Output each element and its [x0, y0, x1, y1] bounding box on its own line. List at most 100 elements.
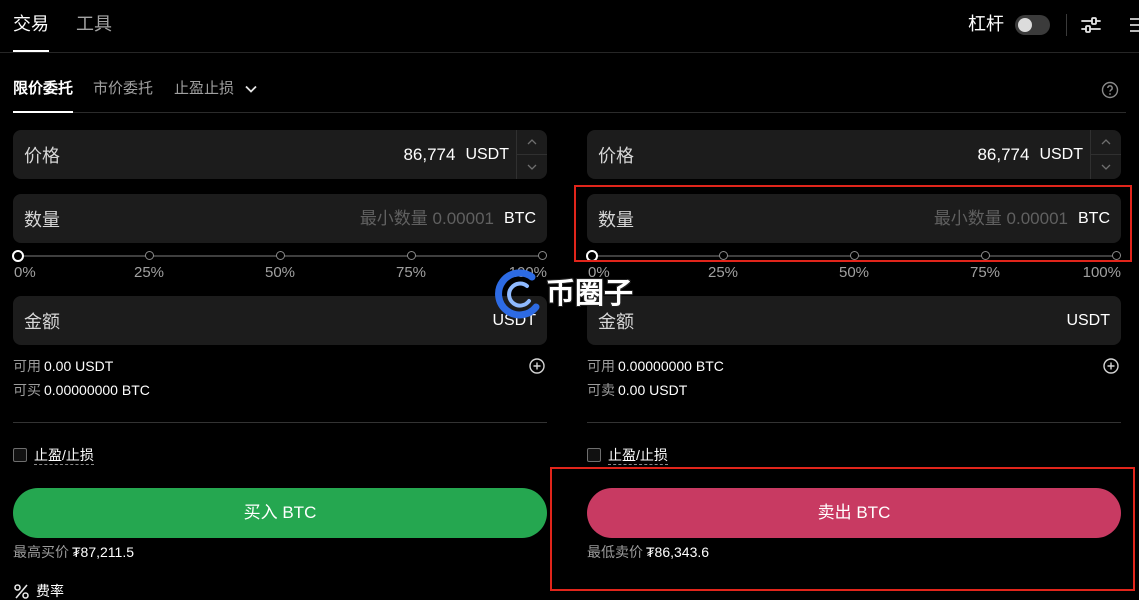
- tab-limit-order[interactable]: 限价委托: [13, 79, 74, 113]
- quantity-unit: BTC: [504, 209, 536, 227]
- slider-mark-100[interactable]: [537, 251, 547, 260]
- available-balance: 可用 0.00000000 BTC: [587, 356, 724, 376]
- price-stepper: [1090, 130, 1121, 179]
- question-circle-icon[interactable]: [1101, 81, 1119, 99]
- sliders-icon[interactable]: [1080, 14, 1102, 36]
- slider-label: 25%: [707, 264, 739, 281]
- nav-divider: [1066, 14, 1067, 36]
- slider-mark-75[interactable]: [980, 251, 990, 260]
- tab-label: 止盈止损: [174, 80, 235, 97]
- buy-btc-button[interactable]: 买入 BTC: [13, 488, 547, 538]
- sell-panel: 价格 USDT 数量 BTC 0% 25% 50% 75% 100% 金: [586, 130, 1121, 570]
- tab-label: 限价委托: [13, 80, 74, 97]
- best-price-label: 最低卖价: [587, 544, 643, 560]
- buy-amount-field[interactable]: 金额 USDT: [13, 296, 547, 345]
- slider-mark-75[interactable]: [406, 251, 416, 260]
- tpsl-label[interactable]: 止盈/止损: [34, 446, 94, 465]
- tab-market-order[interactable]: 市价委托: [93, 79, 153, 113]
- buy-tpsl-checkbox[interactable]: [13, 448, 27, 462]
- max-label: 可买: [13, 382, 41, 398]
- sell-amount-input[interactable]: [634, 296, 1057, 345]
- slider-mark-25[interactable]: [144, 251, 154, 260]
- buy-price-input[interactable]: [60, 130, 456, 179]
- available-value: 0.00000000 BTC: [618, 358, 724, 374]
- toggle-knob: [1018, 18, 1032, 32]
- slider-label: 75%: [969, 264, 1001, 281]
- fee-label: 费率: [36, 583, 64, 599]
- tab-trade[interactable]: 交易: [13, 10, 49, 52]
- available-value: 0.00 USDT: [44, 358, 114, 374]
- tab-tp-sl-order[interactable]: 止盈止损: [174, 79, 257, 113]
- slider-mark-50[interactable]: [275, 251, 285, 260]
- sell-btc-button[interactable]: 卖出 BTC: [587, 488, 1121, 538]
- price-unit: USDT: [465, 145, 509, 163]
- chevron-down-icon: [245, 85, 257, 93]
- leverage-toggle[interactable]: [1015, 15, 1050, 35]
- best-price-label: 最高买价: [13, 544, 69, 560]
- plus-circle-icon[interactable]: [1103, 358, 1119, 374]
- buy-quantity-field[interactable]: 数量 BTC: [13, 194, 547, 243]
- sell-quantity-field[interactable]: 数量 BTC: [587, 194, 1121, 243]
- sell-quantity-input[interactable]: [634, 194, 1068, 243]
- slider-mark-50[interactable]: [849, 251, 859, 260]
- slider-label: 0%: [588, 264, 610, 281]
- leverage-label: 杠杆: [968, 14, 1004, 34]
- buy-quantity-slider[interactable]: [12, 248, 547, 262]
- sell-price-input[interactable]: [634, 130, 1030, 179]
- slider-label: 25%: [133, 264, 165, 281]
- slider-mark-100[interactable]: [1111, 251, 1121, 260]
- slider-handle[interactable]: [586, 249, 598, 262]
- price-stepper: [516, 130, 547, 179]
- fee-rate-link[interactable]: 费率: [13, 582, 64, 600]
- slider-label: 100%: [508, 264, 547, 281]
- best-ask-price: 最低卖价 ₮86,343.6: [587, 542, 709, 562]
- buy-amount-input[interactable]: [60, 296, 483, 345]
- available-label: 可用: [13, 358, 41, 374]
- amount-unit: USDT: [1066, 311, 1110, 329]
- slider-handle[interactable]: [12, 249, 24, 262]
- available-balance: 可用 0.00 USDT: [13, 356, 113, 376]
- top-nav: 交易 工具 杠杆: [0, 0, 1139, 53]
- plus-circle-icon[interactable]: [529, 358, 545, 374]
- slider-label: 100%: [1082, 264, 1121, 281]
- menu-icon[interactable]: [1127, 15, 1139, 35]
- buy-tpsl-option: 止盈/止损: [13, 445, 94, 465]
- chevron-up-icon: [527, 139, 537, 145]
- quantity-unit: BTC: [1078, 209, 1110, 227]
- price-decrement-button[interactable]: [1091, 155, 1121, 179]
- slider-mark-labels: 0% 25% 50% 75% 100%: [587, 264, 1121, 282]
- quantity-label: 数量: [598, 209, 634, 230]
- max-value: 0.00 USDT: [618, 382, 688, 398]
- slider-label: 0%: [14, 264, 36, 281]
- best-price-value: ₮87,211.5: [72, 544, 135, 560]
- sell-tpsl-checkbox[interactable]: [587, 448, 601, 462]
- amount-label: 金额: [598, 311, 634, 332]
- price-label: 价格: [598, 145, 634, 166]
- max-sell: 可卖 0.00 USDT: [587, 380, 687, 400]
- tpsl-label[interactable]: 止盈/止损: [608, 446, 668, 465]
- sell-price-field[interactable]: 价格 USDT: [587, 130, 1121, 179]
- price-decrement-button[interactable]: [517, 155, 547, 179]
- buy-price-field[interactable]: 价格 USDT: [13, 130, 547, 179]
- price-unit: USDT: [1039, 145, 1083, 163]
- slider-mark-labels: 0% 25% 50% 75% 100%: [13, 264, 547, 282]
- amount-unit: USDT: [492, 311, 536, 329]
- slider-label: 75%: [395, 264, 427, 281]
- chevron-down-icon: [1101, 164, 1111, 170]
- best-bid-price: 最高买价 ₮87,211.5: [13, 542, 134, 562]
- buy-panel: 价格 USDT 数量 BTC 0% 25% 50% 75% 100% 金: [12, 130, 547, 570]
- section-divider: [587, 422, 1121, 423]
- max-value: 0.00000000 BTC: [44, 382, 150, 398]
- sell-quantity-slider[interactable]: [586, 248, 1121, 262]
- quantity-label: 数量: [24, 209, 60, 230]
- price-increment-button[interactable]: [1091, 130, 1121, 155]
- section-divider: [13, 422, 547, 423]
- chevron-down-icon: [527, 164, 537, 170]
- buy-quantity-input[interactable]: [60, 194, 494, 243]
- slider-mark-25[interactable]: [718, 251, 728, 260]
- price-increment-button[interactable]: [517, 130, 547, 155]
- available-label: 可用: [587, 358, 615, 374]
- sell-amount-field[interactable]: 金额 USDT: [587, 296, 1121, 345]
- tab-tools[interactable]: 工具: [76, 10, 112, 52]
- slider-label: 50%: [264, 264, 296, 281]
